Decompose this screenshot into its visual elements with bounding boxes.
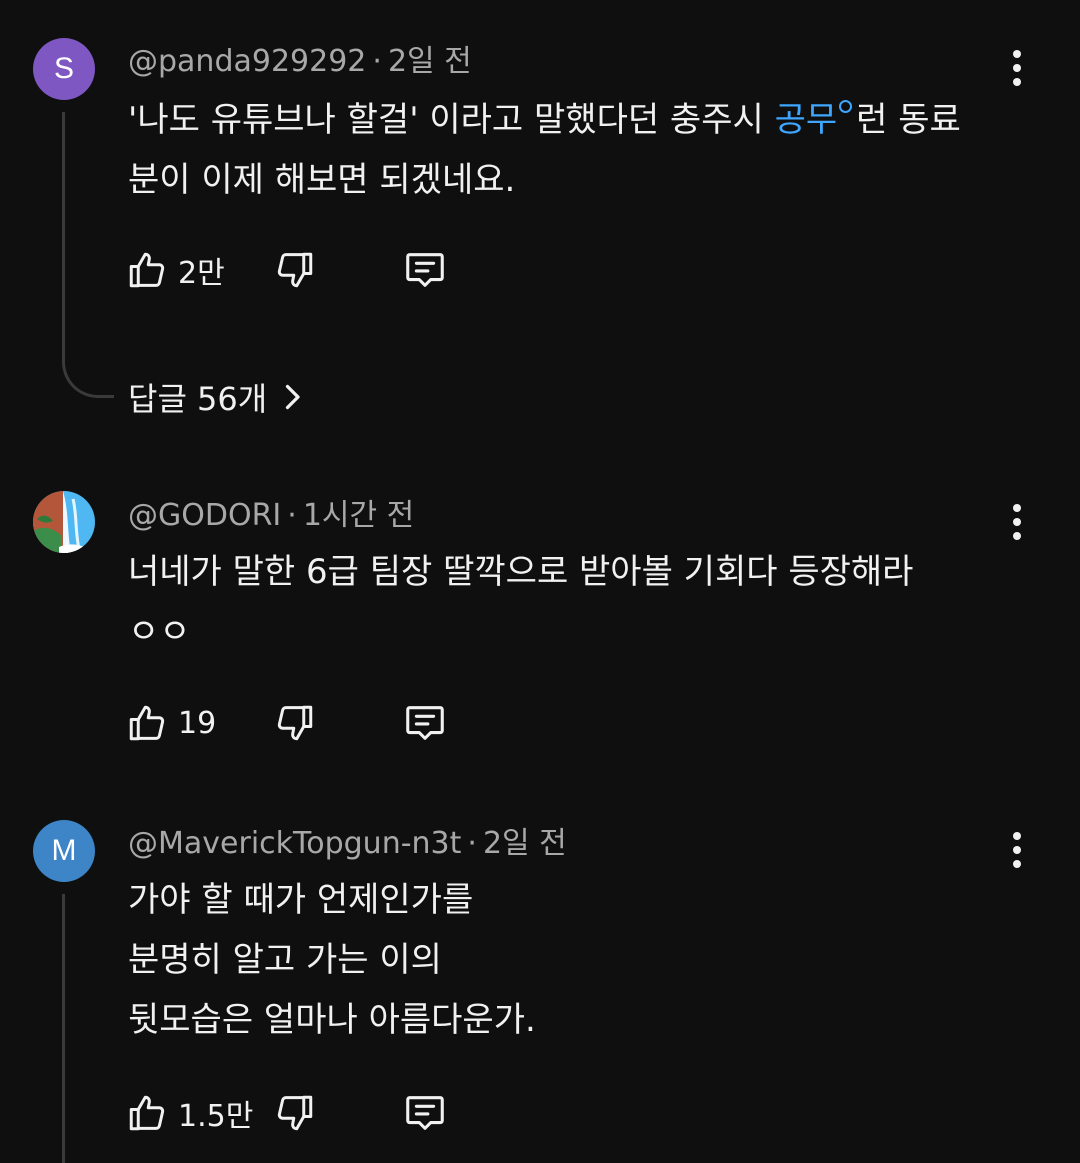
thumbs-down-icon xyxy=(277,252,313,288)
comment-author[interactable]: @panda929292 xyxy=(128,44,366,79)
thumbs-up-icon xyxy=(129,252,165,288)
avatar-letter: S xyxy=(53,52,74,85)
waterfall-avatar-icon xyxy=(33,491,95,553)
avatar[interactable] xyxy=(33,491,95,553)
thumbs-down-icon xyxy=(277,705,313,741)
comment-actions: 1.5만 xyxy=(126,1088,526,1138)
reply-button[interactable] xyxy=(402,1088,448,1138)
like-button[interactable]: 19 xyxy=(126,698,216,748)
comment-author[interactable]: @MaverickTopgun-n3t xyxy=(128,826,461,861)
like-count: 19 xyxy=(178,705,217,741)
thumbs-up-icon xyxy=(129,1095,165,1131)
view-replies-button[interactable]: 답글 56개 xyxy=(128,374,303,420)
dislike-button[interactable] xyxy=(274,1088,316,1138)
comment-2: @GODORI · 1시간 전 너네가 말한 6급 팀장 딸깍으로 받아볼 기회다 … xyxy=(0,470,1080,790)
comment-time: 2일 전 xyxy=(482,826,567,861)
comment-text-before: '나도 유튜브나 할걸' 이라고 말했다던 충주시 xyxy=(128,100,775,140)
meta-separator: · xyxy=(287,498,297,533)
thread-line xyxy=(62,894,65,1163)
like-button[interactable]: 1.5만 xyxy=(126,1088,253,1138)
avatar[interactable]: S xyxy=(33,38,95,100)
meta-separator: · xyxy=(372,44,382,79)
avatar-letter: M xyxy=(51,834,77,867)
comment-text: 너네가 말한 6급 팀장 딸깍으로 받아볼 기회다 등장해라 ㅇㅇ xyxy=(128,552,914,652)
search-link-label: 공무 xyxy=(774,100,838,140)
thumbs-up-icon xyxy=(129,705,165,741)
comment-time: 2일 전 xyxy=(387,44,472,79)
replies-label: 답글 56개 xyxy=(128,380,268,418)
search-icon xyxy=(839,100,853,113)
comment-text: 가야 할 때가 언제인가를 분명히 알고 가는 이의 뒷모습은 얼마나 아름다운… xyxy=(128,880,536,1040)
search-link[interactable]: 공무 xyxy=(775,100,857,140)
reply-button[interactable] xyxy=(402,245,448,295)
reply-comment-icon xyxy=(406,1096,444,1130)
dislike-button[interactable] xyxy=(274,245,316,295)
comment-actions: 2만 xyxy=(126,245,526,295)
like-count: 2만 xyxy=(178,256,225,291)
like-button[interactable]: 2만 xyxy=(126,245,225,295)
comment-meta: @panda929292 · 2일 전 xyxy=(128,42,472,82)
comment-meta: @MaverickTopgun-n3t · 2일 전 xyxy=(128,824,567,864)
reply-button[interactable] xyxy=(402,698,448,748)
thread-curve xyxy=(62,360,114,398)
comment-3: M @MaverickTopgun-n3t · 2일 전 가야 할 때가 언제인가를… xyxy=(0,800,1080,1163)
dislike-button[interactable] xyxy=(274,698,316,748)
thumbs-down-icon xyxy=(277,1095,313,1131)
more-vertical-icon[interactable] xyxy=(1003,826,1031,874)
comment-time: 1시간 전 xyxy=(302,498,415,533)
comment-actions: 19 xyxy=(126,698,526,748)
comment-1: S @panda929292 · 2일 전 '나도 유튜브나 할걸' 이라고 말했다… xyxy=(0,0,1080,440)
more-vertical-icon[interactable] xyxy=(1003,498,1031,546)
comment-author[interactable]: @GODORI xyxy=(128,498,281,533)
reply-comment-icon xyxy=(406,253,444,287)
comment-text: '나도 유튜브나 할걸' 이라고 말했다던 충주시 공무 런 동료 분이 이제 해… xyxy=(128,90,1008,210)
chevron-right-icon xyxy=(286,384,300,410)
thread-line xyxy=(62,112,65,362)
reply-comment-icon xyxy=(406,706,444,740)
more-vertical-icon[interactable] xyxy=(1003,44,1031,92)
like-count: 1.5만 xyxy=(178,1099,254,1134)
meta-separator: · xyxy=(467,826,477,861)
comment-meta: @GODORI · 1시간 전 xyxy=(128,496,414,536)
avatar[interactable]: M xyxy=(33,820,95,882)
